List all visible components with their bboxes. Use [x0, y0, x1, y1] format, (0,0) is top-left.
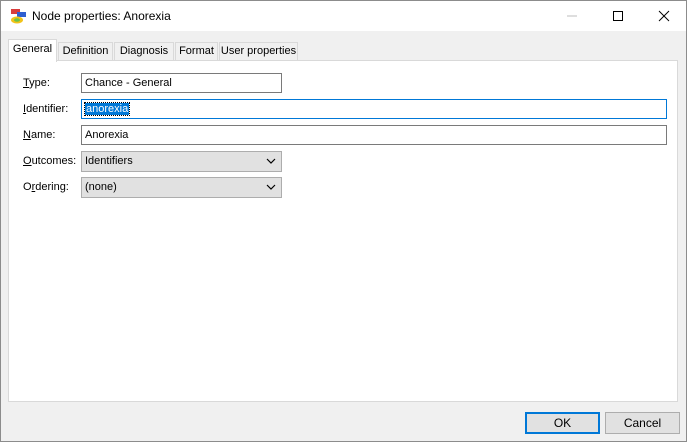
minimize-button[interactable] [549, 1, 595, 31]
identifier-selected-text: anorexia [83, 102, 131, 116]
tab-definition[interactable]: Definition [58, 42, 113, 60]
general-tab-panel: Type: Chance - General Identifier: anore… [8, 60, 678, 402]
ok-button[interactable]: OK [525, 412, 600, 434]
tab-strip: General Definition Diagnosis Format User… [8, 39, 686, 62]
tab-user-properties[interactable]: User properties [219, 42, 298, 60]
type-field[interactable]: Chance - General [81, 73, 282, 93]
chevron-down-icon [266, 158, 276, 164]
close-button[interactable] [641, 1, 686, 31]
close-icon [658, 10, 670, 22]
outcomes-label: Outcomes: [23, 155, 77, 167]
outcomes-label-rest: utcomes: [31, 155, 77, 167]
tab-general[interactable]: General [8, 39, 57, 62]
outcomes-dropdown[interactable]: Identifiers [81, 151, 282, 172]
maximize-icon [613, 11, 623, 21]
type-label-rest: ype: [29, 77, 50, 89]
outcomes-value: Identifiers [85, 155, 133, 167]
name-label-rest: ame: [30, 129, 56, 141]
title-bar[interactable]: Node properties: Anorexia [1, 1, 686, 31]
maximize-button[interactable] [595, 1, 641, 31]
chevron-down-icon [266, 184, 276, 190]
ordering-dropdown[interactable]: (none) [81, 177, 282, 198]
minimize-icon [567, 15, 577, 17]
name-input[interactable]: Anorexia [81, 125, 667, 145]
name-label: Name: [23, 129, 56, 141]
ordering-value: (none) [85, 181, 117, 193]
ordering-label-first: O [23, 181, 32, 193]
cancel-button[interactable]: Cancel [605, 412, 680, 434]
app-icon [11, 9, 26, 24]
ordering-label: Ordering: [23, 181, 69, 193]
tab-format[interactable]: Format [175, 42, 218, 60]
identifier-label-rest: dentifier: [26, 103, 69, 115]
identifier-input[interactable]: anorexia [81, 99, 667, 119]
window-title: Node properties: Anorexia [32, 9, 171, 23]
tab-diagnosis[interactable]: Diagnosis [114, 42, 174, 60]
ordering-label-rest: dering: [35, 181, 69, 193]
identifier-label: Identifier: [23, 103, 69, 115]
dialog-window: Node properties: Anorexia General Defini… [0, 0, 687, 442]
type-label: Type: [23, 77, 50, 89]
